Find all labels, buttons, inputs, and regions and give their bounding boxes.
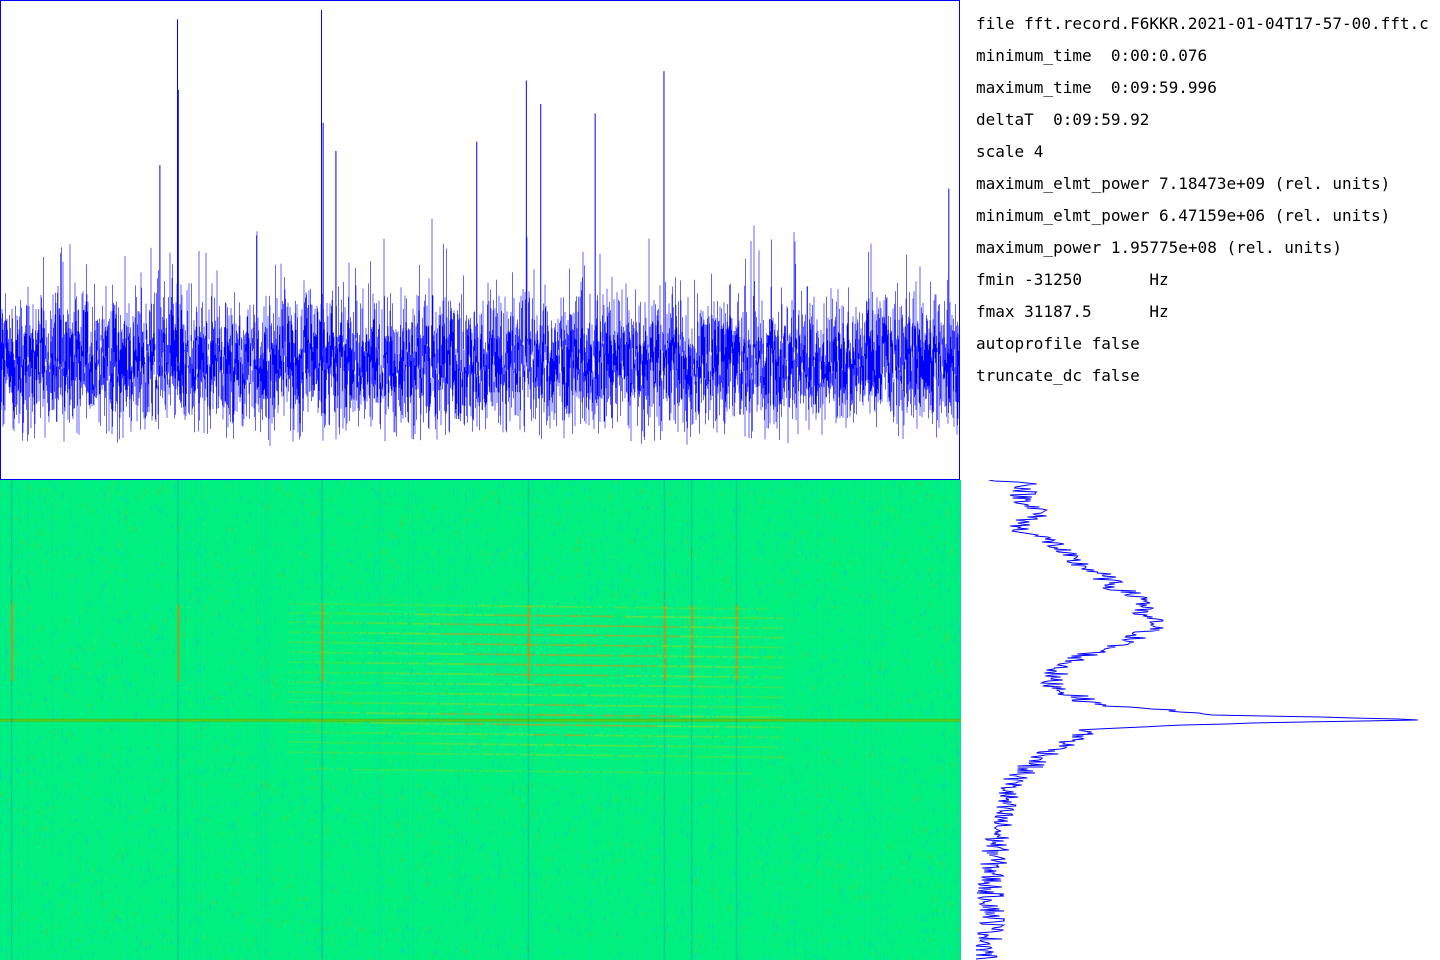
profile-line [975, 480, 1418, 960]
info-file: file fft.record.F6KKR.2021-01-04T17-57-0… [976, 14, 1429, 33]
frequency-profile-plot [975, 480, 1418, 960]
info-maximum-power: maximum_power 1.95775e+08 (rel. units) [976, 238, 1343, 257]
info-maximum-time: maximum_time 0:09:59.996 [976, 78, 1217, 97]
info-minimum-time: minimum_time 0:00:0.076 [976, 46, 1208, 65]
power-time-plot [0, 0, 960, 480]
info-panel: file fft.record.F6KKR.2021-01-04T17-57-0… [976, 12, 1440, 392]
info-delta-t: deltaT 0:09:59.92 [976, 110, 1150, 129]
power-plot-frame [0, 0, 960, 480]
info-minimum-elmt-power: minimum_elmt_power 6.47159e+06 (rel. uni… [976, 206, 1391, 225]
info-truncate-dc: truncate_dc false [976, 366, 1140, 385]
info-fmin: fmin -31250 Hz [976, 270, 1169, 289]
spectrogram [0, 480, 961, 960]
profile-trace [975, 480, 1418, 960]
info-maximum-elmt-power: maximum_elmt_power 7.18473e+09 (rel. uni… [976, 174, 1391, 193]
info-autoprofile: autoprofile false [976, 334, 1140, 353]
info-fmax: fmax 31187.5 Hz [976, 302, 1169, 321]
info-scale: scale 4 [976, 142, 1044, 161]
